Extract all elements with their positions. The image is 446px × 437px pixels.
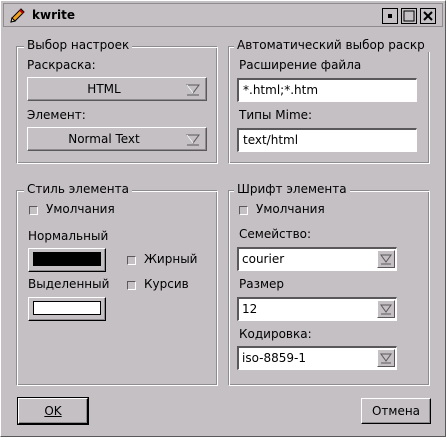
mime-input[interactable]: text/html: [237, 128, 417, 152]
cancel-button[interactable]: Отмена: [361, 398, 431, 424]
chevron-down-icon[interactable]: [377, 250, 395, 268]
normal-color-swatch: [33, 252, 101, 266]
normal-color-button[interactable]: [28, 248, 106, 272]
extensions-label: Расширение файла: [239, 58, 362, 72]
ok-button[interactable]: OK: [17, 397, 89, 425]
italic-label: Курсив: [144, 277, 189, 291]
family-combo[interactable]: courier: [237, 247, 397, 271]
charset-value[interactable]: iso-8859-1: [242, 351, 306, 365]
extensions-input[interactable]: *.html;*.htm: [237, 78, 417, 102]
size-label: Размер: [239, 277, 285, 291]
selected-color-label: Выделенный: [28, 277, 110, 291]
maximize-icon[interactable]: [401, 8, 417, 24]
highlight-value: HTML: [87, 82, 121, 96]
element-value: Normal Text: [68, 132, 140, 146]
charset-label: Кодировка:: [239, 327, 312, 341]
bold-label: Жирный: [144, 252, 198, 266]
checkbox-box[interactable]: [127, 281, 136, 290]
size-combo[interactable]: 12: [237, 297, 397, 321]
window-title: kwrite: [32, 8, 75, 22]
highlight-combo[interactable]: HTML: [27, 77, 207, 101]
family-label: Семейство:: [239, 227, 312, 241]
chevron-down-icon: [186, 82, 200, 96]
style-default-label: Умолчания: [46, 202, 115, 216]
cancel-button-label: Отмена: [371, 404, 421, 418]
selected-color-swatch: [33, 301, 101, 315]
ok-button-label: OK: [44, 404, 62, 418]
family-value[interactable]: courier: [242, 252, 284, 266]
kwrite-dialog: kwrite Выбор настроек Раскраска: HTML Эл…: [0, 0, 446, 437]
checkbox-box[interactable]: [239, 206, 248, 215]
group-title: Стиль элемента: [24, 182, 132, 196]
group-title: Автоматический выбор раскр: [234, 38, 433, 52]
chevron-down-icon[interactable]: [377, 300, 395, 318]
mime-label: Типы Mime:: [239, 108, 313, 122]
window-menu-icon[interactable]: [382, 8, 398, 24]
size-value[interactable]: 12: [242, 302, 257, 316]
element-combo[interactable]: Normal Text: [27, 127, 207, 151]
checkbox-box[interactable]: [127, 256, 136, 265]
checkbox-box[interactable]: [29, 206, 38, 215]
title-bar[interactable]: kwrite: [3, 3, 443, 27]
group-title: Выбор настроек: [24, 38, 133, 52]
selected-color-button[interactable]: [28, 297, 106, 321]
pencil-icon[interactable]: [8, 7, 26, 25]
normal-color-label: Нормальный: [28, 229, 109, 243]
close-icon[interactable]: [420, 8, 436, 24]
element-label: Элемент:: [27, 108, 86, 122]
group-title: Шрифт элемента: [234, 182, 350, 196]
chevron-down-icon[interactable]: [377, 349, 395, 367]
font-default-label: Умолчания: [256, 202, 325, 216]
charset-combo[interactable]: iso-8859-1: [237, 346, 397, 370]
highlight-label: Раскраска:: [27, 58, 96, 72]
chevron-down-icon: [186, 132, 200, 146]
